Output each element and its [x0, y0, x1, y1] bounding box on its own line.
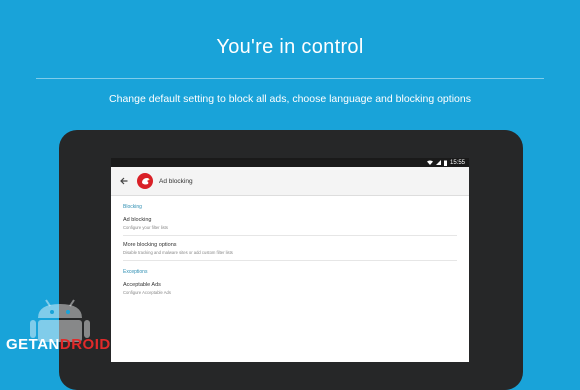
app-bar-title: Ad blocking [159, 177, 193, 185]
status-icons: 15:55 [426, 158, 465, 167]
signal-icon [435, 160, 441, 165]
section-title-blocking: Blocking [123, 204, 142, 210]
status-bar: 15:55 [111, 158, 469, 167]
app-bar: Ad blocking [111, 167, 469, 196]
settings-list: Blocking Ad blocking Configure your filt… [111, 204, 469, 300]
settings-item-subtitle: Configure your filter lists [123, 225, 168, 230]
arrow-back-icon[interactable] [117, 177, 131, 185]
status-time: 15:55 [449, 159, 465, 166]
watermark-text: GETANDROID [6, 336, 111, 353]
settings-item-title: Ad blocking [123, 217, 152, 223]
settings-item-subtitle: Configure Acceptable Ads [123, 290, 171, 295]
subtitle: Change default setting to block all ads,… [109, 93, 471, 105]
settings-item-ad-blocking[interactable]: Ad blocking Configure your filter lists [123, 215, 457, 236]
settings-item-more-blocking-options[interactable]: More blocking options Disable tracking a… [123, 236, 457, 261]
watermark: GETANDROID [0, 296, 120, 362]
watermark-text-suffix: DROID [59, 336, 111, 353]
watermark-text-prefix: GETAN [6, 336, 60, 353]
settings-item-subtitle: Disable tracking and malware sites or ad… [123, 250, 233, 255]
wifi-icon [426, 160, 433, 165]
adblock-logo-icon [137, 173, 153, 189]
section-title-exceptions: Exceptions [123, 269, 148, 275]
settings-item-acceptable-ads[interactable]: Acceptable Ads Configure Acceptable Ads [123, 280, 457, 300]
tablet-screen: 15:55 Ad blocking Blocking Ad blocking C… [111, 158, 469, 362]
headline: You're in control [216, 36, 364, 58]
battery-icon [443, 160, 447, 166]
settings-item-title: More blocking options [123, 242, 177, 248]
settings-item-title: Acceptable Ads [123, 282, 161, 288]
divider [36, 78, 544, 79]
